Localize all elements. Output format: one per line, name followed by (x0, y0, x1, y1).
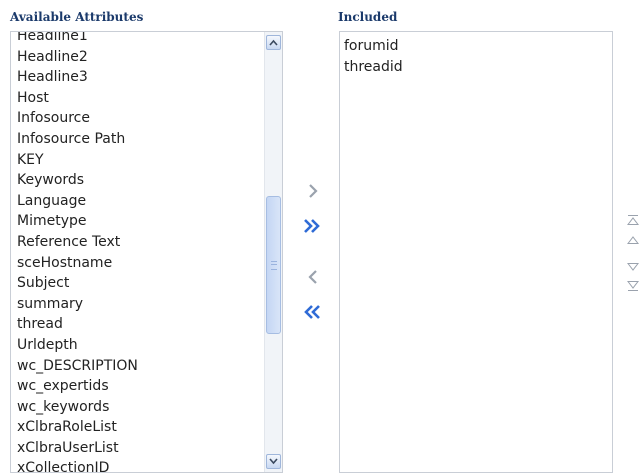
list-item[interactable]: sceHostname (17, 253, 282, 274)
available-scrollbar[interactable] (264, 32, 282, 472)
list-item[interactable]: Urldepth (17, 335, 282, 356)
list-item[interactable]: Headline1 (17, 32, 282, 47)
move-to-top-icon (626, 215, 640, 225)
list-item[interactable]: wc_DESCRIPTION (17, 356, 282, 377)
list-item[interactable]: Infosource Path (17, 129, 282, 150)
move-to-bottom-button[interactable] (626, 277, 640, 291)
chevron-up-icon (269, 39, 278, 46)
list-item[interactable]: thread (17, 314, 282, 335)
list-item[interactable]: Subject (17, 273, 282, 294)
list-item[interactable]: forumid (344, 36, 612, 57)
move-down-icon (626, 263, 640, 271)
remove-all-button[interactable] (301, 301, 323, 323)
list-item[interactable]: wc_keywords (17, 397, 282, 418)
list-item[interactable]: xClbraRoleList (17, 417, 282, 438)
list-item[interactable]: Language (17, 191, 282, 212)
list-item[interactable]: xClbraUserList (17, 438, 282, 459)
list-item[interactable]: Host (17, 88, 282, 109)
chevron-left-icon (308, 270, 317, 284)
list-item[interactable]: xCollectionID (17, 458, 282, 472)
list-item[interactable]: Headline2 (17, 47, 282, 68)
move-all-button[interactable] (301, 215, 323, 237)
double-chevron-left-icon (304, 305, 320, 319)
included-heading: Included (338, 10, 398, 24)
available-items: Headline1 Headline2 Headline3 Host Infosourc… (17, 32, 282, 472)
move-to-bottom-icon (626, 281, 640, 291)
available-attributes-heading: Available Attributes (10, 10, 144, 24)
remove-button[interactable] (302, 266, 324, 288)
list-item[interactable]: summary (17, 294, 282, 315)
grip-icon (271, 261, 277, 270)
list-item[interactable]: Infosource (17, 108, 282, 129)
included-list[interactable]: forumid threadid (339, 31, 613, 473)
list-item[interactable]: KEY (17, 150, 282, 171)
move-down-button[interactable] (626, 258, 640, 271)
chevron-right-icon (309, 184, 318, 198)
scroll-down-button[interactable] (266, 454, 281, 469)
scroll-thumb[interactable] (266, 196, 281, 334)
chevron-down-icon (269, 458, 278, 465)
double-chevron-right-icon (304, 219, 320, 233)
move-to-top-button[interactable] (626, 211, 640, 225)
list-item[interactable]: Reference Text (17, 232, 282, 253)
included-items: forumid threadid (344, 36, 612, 77)
list-item[interactable]: Mimetype (17, 211, 282, 232)
scroll-up-button[interactable] (266, 35, 281, 50)
list-item[interactable]: Keywords (17, 170, 282, 191)
list-item[interactable]: wc_expertids (17, 376, 282, 397)
move-up-icon (626, 236, 640, 244)
move-up-button[interactable] (626, 231, 640, 244)
available-attributes-list[interactable]: Headline1 Headline2 Headline3 Host Infosourc… (10, 31, 283, 473)
list-item[interactable]: threadid (344, 57, 612, 78)
move-button[interactable] (302, 180, 324, 202)
list-item[interactable]: Headline3 (17, 67, 282, 88)
